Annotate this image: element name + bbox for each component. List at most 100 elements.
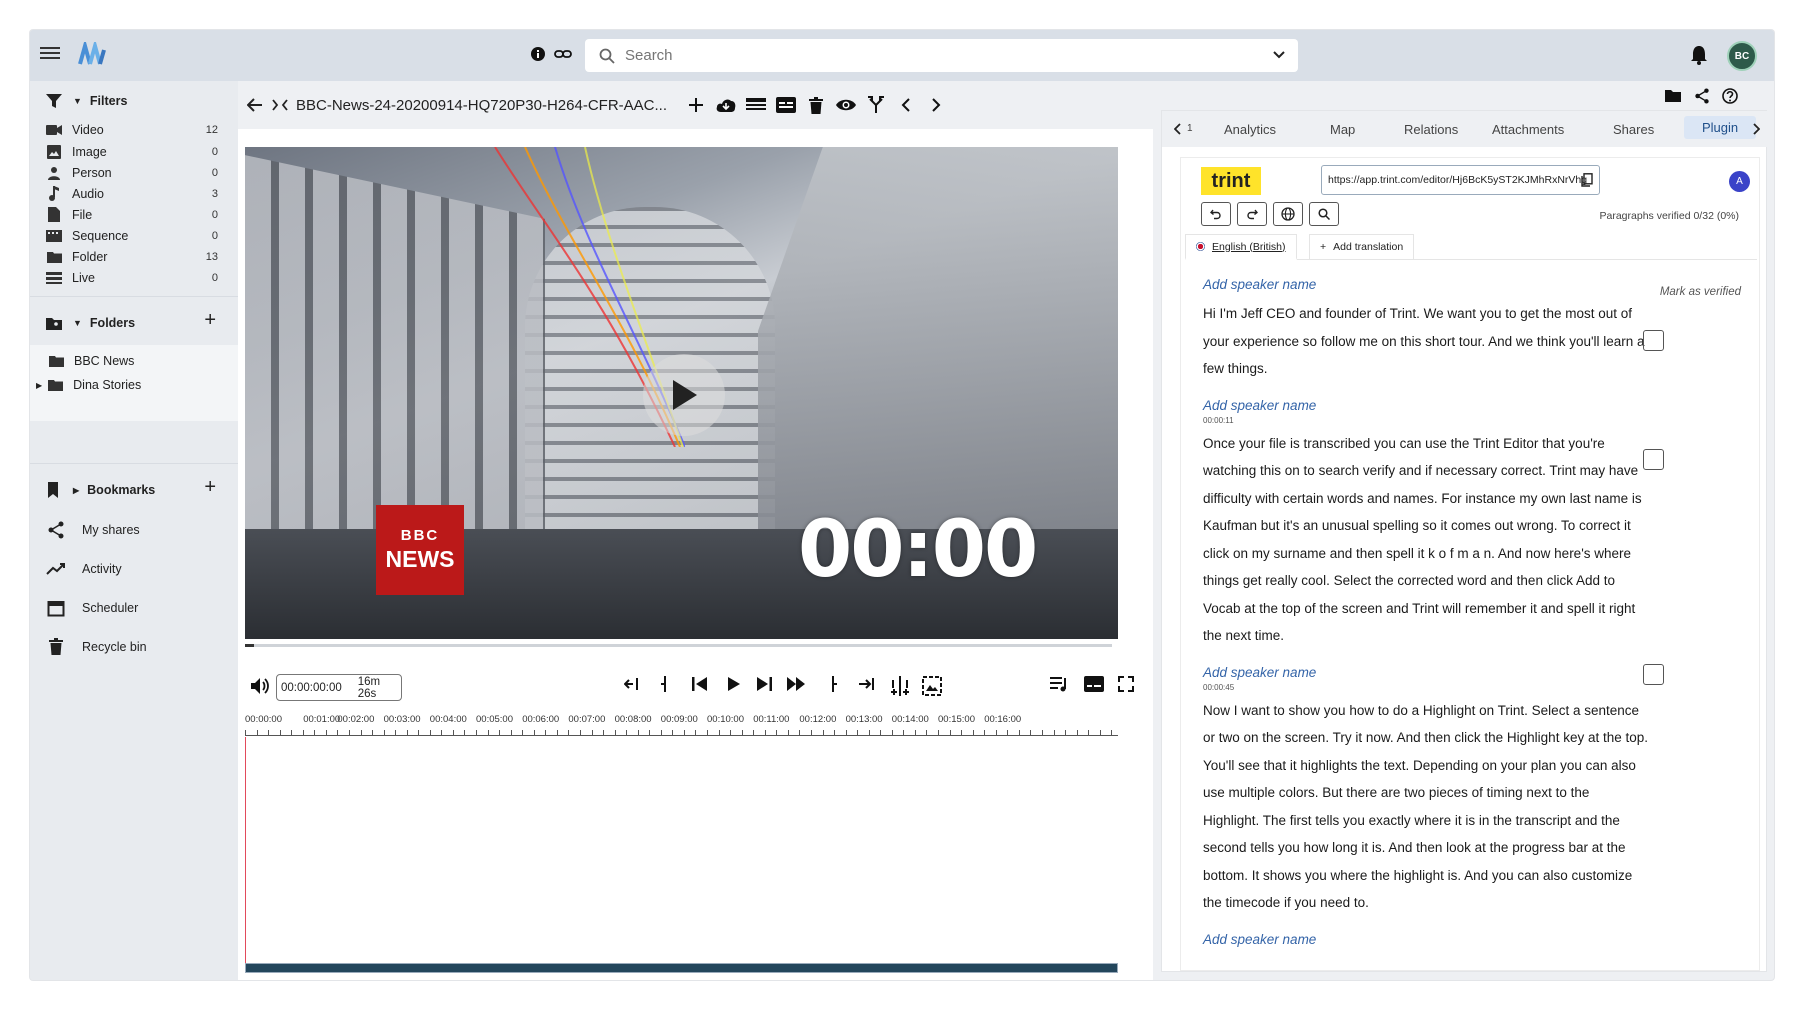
add-speaker-name-link[interactable]: Add speaker name: [1203, 932, 1723, 947]
timeline-scrollbar[interactable]: [245, 963, 1118, 973]
transcript: Add speaker name Hi I'm Jeff CEO and foun…: [1185, 262, 1757, 970]
tab-attachments[interactable]: Attachments: [1492, 119, 1564, 140]
filter-item-audio[interactable]: Audio 3: [30, 183, 238, 204]
nav-activity[interactable]: Activity: [30, 549, 238, 588]
image-icon: [46, 144, 62, 159]
cloud-download-icon[interactable]: [711, 97, 741, 113]
add-icon[interactable]: [681, 98, 711, 112]
play-overlay-button[interactable]: [643, 354, 725, 436]
filter-item-sequence[interactable]: Sequence 0: [30, 225, 238, 246]
play-button[interactable]: [727, 676, 741, 692]
frame-back-icon[interactable]: [692, 676, 708, 692]
add-speaker-name-link[interactable]: Add speaker name: [1203, 277, 1723, 292]
filter-item-live[interactable]: Live 0: [30, 267, 238, 288]
ruler-minor-tick: [522, 730, 524, 735]
ruler-minor-tick: [1065, 730, 1067, 735]
tab-map[interactable]: Map: [1330, 119, 1355, 140]
language-button[interactable]: [1273, 202, 1303, 226]
add-bookmark-button[interactable]: +: [204, 476, 216, 499]
eye-icon[interactable]: [831, 98, 861, 112]
fast-forward-icon[interactable]: [786, 676, 806, 692]
ruler-minor-tick: [441, 730, 443, 735]
trint-user-avatar[interactable]: A: [1729, 171, 1750, 192]
ruler-minor-tick: [718, 730, 720, 735]
bookmarks-header[interactable]: ▶ Bookmarks +: [30, 472, 238, 508]
delete-icon[interactable]: [801, 96, 831, 114]
folder-item-bbc-news[interactable]: BBC News: [30, 349, 238, 373]
folder-icon: [47, 379, 63, 391]
filter-item-folder[interactable]: Folder 13: [30, 246, 238, 267]
collapse-icon[interactable]: [270, 99, 290, 111]
subtitles-list-icon[interactable]: [741, 97, 771, 113]
editor-url-field[interactable]: https://app.trint.com/editor/Hj6BcK5yST2…: [1321, 165, 1600, 195]
tabs-scroll-right-icon[interactable]: [1752, 123, 1760, 135]
filter-item-person[interactable]: Person 0: [30, 162, 238, 183]
tab-analytics[interactable]: Analytics: [1224, 119, 1276, 140]
timeline-ruler[interactable]: 00:00:00 00:01:00 00:02:00 00:03:00 00:04:00…: [245, 714, 1118, 736]
go-to-in-icon[interactable]: [660, 676, 670, 692]
language-label: English (British): [1212, 240, 1286, 253]
verify-checkbox[interactable]: [1643, 664, 1664, 685]
next-asset-icon[interactable]: [921, 98, 951, 112]
merge-icon[interactable]: [861, 96, 891, 114]
folders-header[interactable]: ▼ Folders +: [30, 305, 238, 341]
verify-checkbox[interactable]: [1643, 330, 1664, 351]
filters-header[interactable]: ▼ Filters: [30, 83, 238, 119]
add-translation-button[interactable]: + Add translation: [1309, 234, 1415, 260]
paragraph-text[interactable]: Once your file is transcribed you can us…: [1203, 430, 1648, 650]
video-player[interactable]: BBC NEWS 00:00: [245, 147, 1118, 639]
folder-item-dina-stories[interactable]: ▶ Dina Stories: [30, 373, 238, 397]
time-display[interactable]: 00:00:00:00 16m 26s: [276, 674, 402, 701]
redo-button[interactable]: [1237, 202, 1267, 226]
paragraph-timestamp[interactable]: 00:00:11: [1203, 416, 1723, 425]
link-icon[interactable]: [554, 46, 572, 62]
set-out-point-icon[interactable]: [858, 676, 874, 692]
copy-icon[interactable]: [1581, 173, 1593, 187]
timeline-track-area[interactable]: [245, 737, 1118, 973]
volume-icon[interactable]: [250, 677, 270, 695]
fullscreen-icon[interactable]: [1118, 676, 1134, 692]
verify-checkbox[interactable]: [1643, 449, 1664, 470]
tab-shares[interactable]: Shares: [1613, 119, 1654, 140]
info-icon[interactable]: [530, 46, 546, 62]
tab-english-british[interactable]: English (British): [1185, 234, 1297, 260]
filter-item-file[interactable]: File 0: [30, 204, 238, 225]
tabs-scroll-left-icon[interactable]: [1174, 123, 1182, 135]
filter-item-image[interactable]: Image 0: [30, 141, 238, 162]
filter-item-video[interactable]: Video 12: [30, 119, 238, 141]
share-icon[interactable]: [1694, 88, 1710, 104]
find-button[interactable]: [1309, 202, 1339, 226]
frame-forward-icon[interactable]: [756, 676, 772, 692]
set-in-point-icon[interactable]: [624, 676, 640, 692]
timeline-playhead[interactable]: [245, 737, 246, 973]
previous-asset-icon[interactable]: [891, 98, 921, 112]
chevron-down-icon[interactable]: [1272, 48, 1286, 62]
menu-icon[interactable]: [40, 44, 60, 66]
nav-my-shares[interactable]: My shares: [30, 510, 238, 549]
ruler-minor-tick: [672, 730, 674, 735]
scrub-bar[interactable]: [245, 644, 1112, 647]
paragraph-text[interactable]: Now I want to show you how to do a Highl…: [1203, 697, 1648, 917]
user-avatar[interactable]: BC: [1727, 41, 1757, 71]
go-to-out-icon[interactable]: [828, 676, 838, 692]
subtitles-icon[interactable]: [1084, 676, 1104, 692]
add-folder-button[interactable]: +: [204, 309, 216, 332]
help-icon[interactable]: [1722, 88, 1738, 104]
snapshot-icon[interactable]: [922, 676, 942, 696]
search-input[interactable]: [625, 47, 1245, 64]
nav-recycle-bin[interactable]: Recycle bin: [30, 627, 238, 666]
add-speaker-name-link[interactable]: Add speaker name: [1203, 398, 1723, 413]
tab-plugin[interactable]: Plugin: [1684, 116, 1757, 139]
playlist-icon[interactable]: [1050, 676, 1070, 692]
split-clip-icon[interactable]: [890, 676, 910, 696]
caret-right-icon[interactable]: ▶: [36, 381, 42, 390]
undo-button[interactable]: [1201, 202, 1231, 226]
tab-relations[interactable]: Relations: [1404, 119, 1458, 140]
captions-icon[interactable]: [771, 97, 801, 113]
nav-scheduler[interactable]: Scheduler: [30, 588, 238, 627]
paragraph-text[interactable]: Hi I'm Jeff CEO and founder of Trint. We…: [1203, 300, 1648, 383]
notification-bell-icon[interactable]: [1690, 45, 1708, 65]
folder-icon[interactable]: [1664, 88, 1682, 103]
back-arrow-icon[interactable]: [240, 98, 270, 112]
search-bar[interactable]: [585, 39, 1298, 72]
